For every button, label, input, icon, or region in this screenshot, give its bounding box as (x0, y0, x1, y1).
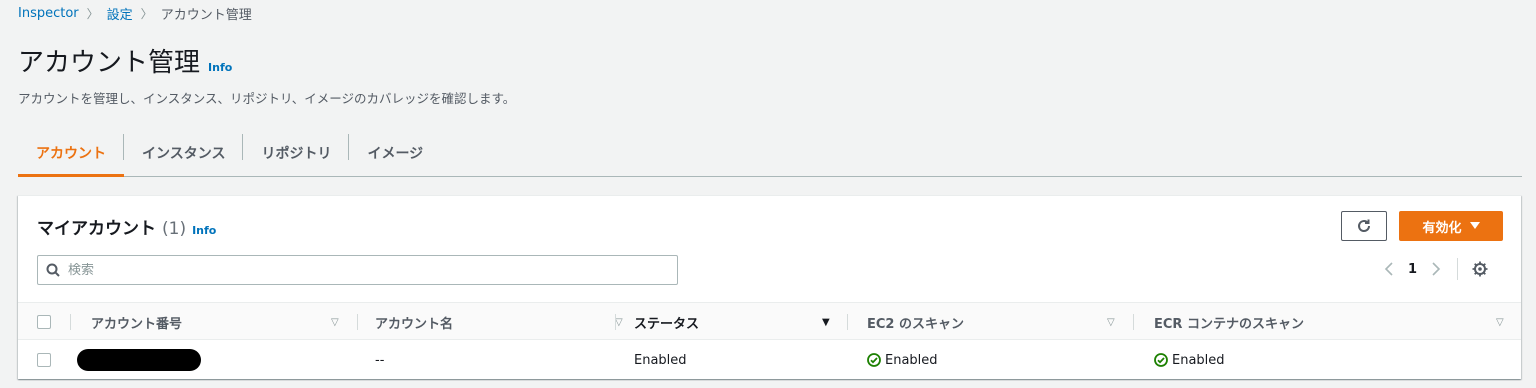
ecr-scan-cell: Enabled (1154, 341, 1225, 379)
ec2-status: Enabled (867, 353, 938, 368)
previous-page-icon[interactable] (1384, 261, 1394, 277)
column-divider (70, 314, 71, 330)
sort-icon: ▽ (1496, 316, 1504, 328)
panel-count: (1) (162, 219, 187, 239)
tab-accounts-label: アカウント (36, 146, 106, 162)
redacted-account-number (77, 349, 201, 371)
column-header-ecr-scan[interactable]: ECR コンテナのスキャン ▽ (1154, 303, 1509, 341)
select-all-cell (37, 303, 51, 341)
column-divider (357, 314, 358, 330)
breadcrumb-settings-link[interactable]: 設定 (107, 4, 133, 23)
tab-images-label: イメージ (367, 146, 424, 162)
row-select-cell (37, 341, 51, 379)
column-header-account-name[interactable]: アカウント名 ▽ (375, 303, 641, 341)
tab-instances-label: インスタンス (142, 146, 226, 162)
ec2-scan-cell: Enabled (867, 341, 938, 379)
column-header-account-number[interactable]: アカウント番号 ▽ (91, 303, 357, 341)
tab-accounts[interactable]: アカウント (18, 130, 124, 177)
search-field[interactable] (37, 255, 678, 285)
column-header-status[interactable]: ステータス ▼ (634, 303, 854, 341)
sort-icon: ▽ (615, 316, 623, 328)
table-row[interactable]: -- Enabled Enabled Enabled (18, 341, 1521, 379)
panel-info-link[interactable]: Info (192, 224, 216, 237)
success-check-icon (867, 353, 881, 367)
page-info-link[interactable]: Info (208, 61, 232, 74)
gear-icon[interactable] (1472, 261, 1488, 277)
sort-icon: ▽ (331, 316, 339, 328)
tab-repositories-label: リポジトリ (261, 146, 332, 162)
panel-title: マイアカウント (37, 219, 156, 239)
search-icon (46, 263, 60, 277)
tab-images[interactable]: イメージ (349, 130, 441, 176)
ecr-status-label: Enabled (1172, 352, 1225, 368)
select-all-checkbox[interactable] (37, 315, 51, 329)
tab-repositories[interactable]: リポジトリ (243, 130, 350, 176)
column-divider (615, 314, 616, 330)
tab-instances[interactable]: インスタンス (124, 130, 244, 176)
next-page-icon[interactable] (1431, 261, 1441, 277)
caret-down-icon (1469, 222, 1480, 229)
column-divider (1133, 314, 1134, 330)
table-header: アカウント番号 ▽ アカウント名 ▽ ステータス ▼ EC2 のスキャン ▽ E… (18, 302, 1521, 340)
current-page-number[interactable]: 1 (1408, 262, 1417, 277)
pagination-divider (1457, 258, 1459, 280)
tab-bar: アカウント インスタンス リポジトリ イメージ (18, 130, 1522, 177)
ecr-status: Enabled (1154, 353, 1225, 368)
status-cell: Enabled (634, 352, 687, 368)
pagination: 1 (1384, 258, 1488, 280)
column-header-label: EC2 のスキャン (867, 316, 964, 332)
column-header-label: アカウント番号 (91, 316, 183, 332)
enable-dropdown-button[interactable]: 有効化 (1399, 211, 1503, 241)
search-input[interactable] (68, 262, 658, 278)
page-description: アカウントを管理し、インスタンス、リポジトリ、イメージのカバレッジを確認します。 (18, 91, 516, 106)
breadcrumb-current: アカウント管理 (160, 8, 252, 23)
sort-descending-icon: ▼ (822, 316, 830, 328)
column-divider (847, 314, 848, 330)
breadcrumb-separator-icon: 〉 (86, 7, 99, 21)
breadcrumb-separator-icon: 〉 (140, 7, 153, 21)
ec2-status-label: Enabled (885, 352, 938, 368)
page-header: アカウント管理 Info (18, 42, 232, 79)
refresh-icon (1358, 219, 1371, 232)
column-header-label: アカウント名 (375, 316, 454, 332)
page-title: アカウント管理 (18, 48, 201, 78)
sort-icon: ▽ (1107, 316, 1115, 328)
account-name-cell: -- (375, 352, 385, 368)
breadcrumb: Inspector 〉 設定 〉 アカウント管理 (18, 4, 252, 23)
my-accounts-panel: マイアカウント (1) Info 有効化 1 (18, 195, 1521, 379)
breadcrumb-inspector-link[interactable]: Inspector (18, 6, 79, 21)
column-header-label: ステータス (634, 316, 700, 332)
panel-header: マイアカウント (1) Info (37, 214, 216, 239)
account-number-cell (77, 341, 201, 379)
column-header-label: ECR コンテナのスキャン (1154, 316, 1304, 332)
refresh-button[interactable] (1341, 211, 1387, 241)
column-header-ec2-scan[interactable]: EC2 のスキャン ▽ (867, 303, 1127, 341)
success-check-icon (1154, 353, 1168, 367)
enable-button-label: 有効化 (1422, 220, 1462, 236)
row-checkbox[interactable] (37, 353, 51, 367)
